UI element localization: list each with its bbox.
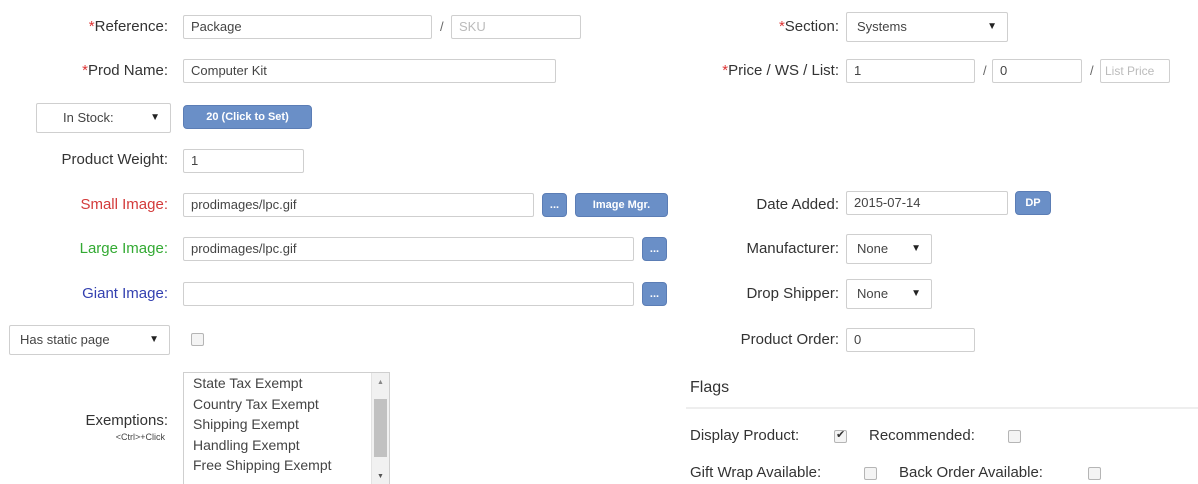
drop-shipper-select[interactable]: None ▼ [846,279,932,309]
recommended-checkbox[interactable] [1008,430,1021,443]
flags-heading: Flags [690,379,730,396]
gift-wrap-checkbox[interactable] [864,467,877,480]
recommended-label: Recommended: [869,427,975,444]
date-picker-button[interactable]: DP [1015,191,1051,215]
chevron-down-icon: ▼ [987,21,997,32]
back-order-checkbox[interactable] [1088,467,1101,480]
chevron-down-icon: ▼ [911,288,921,299]
giant-image-label: Giant Image: [82,285,168,302]
ws-price-input[interactable]: 0 [992,59,1082,83]
list-price-input[interactable]: List Price [1100,59,1170,83]
exemptions-label: Exemptions: [85,412,168,429]
list-item[interactable]: Free Shipping Exempt [184,455,389,476]
list-item[interactable]: Country Tax Exempt [184,394,389,415]
list-item[interactable]: Shipping Exempt [184,414,389,435]
flags-divider [686,407,1198,409]
price-label: *Price / WS / List: [722,62,839,79]
stock-status-select[interactable]: In Stock: ▼ [36,103,171,133]
product-order-label: Product Order: [740,331,839,348]
static-page-select[interactable]: Has static page ▼ [9,325,170,355]
prod-name-input[interactable]: Computer Kit [183,59,556,83]
giant-image-input[interactable] [183,282,634,306]
image-manager-button[interactable]: Image Mgr. [575,193,668,217]
giant-image-browse-button[interactable]: ... [642,282,667,306]
reference-label: *Reference: [88,18,168,35]
set-stock-button[interactable]: 20 (Click to Set) [183,105,312,129]
product-weight-label: Product Weight: [61,151,168,168]
product-weight-input[interactable]: 1 [183,149,304,173]
listbox-scrollbar[interactable]: ▲ ▼ [371,373,389,484]
chevron-down-icon: ▼ [150,112,160,123]
scroll-up-icon[interactable]: ▲ [377,379,384,386]
section-label: *Section: [778,18,839,35]
back-order-label: Back Order Available: [899,464,1043,481]
section-select[interactable]: Systems ▼ [846,12,1008,42]
date-added-input[interactable]: 2015-07-14 [846,191,1008,215]
chevron-down-icon: ▼ [911,243,921,254]
sku-input[interactable]: SKU [451,15,581,39]
exemptions-hint: <Ctrl>+Click [115,432,165,442]
prod-name-label: *Prod Name: [82,62,168,79]
drop-shipper-label: Drop Shipper: [746,285,839,302]
scroll-down-icon[interactable]: ▼ [377,473,384,480]
price-separator-1: / [983,63,987,78]
large-image-browse-button[interactable]: ... [642,237,667,261]
manufacturer-label: Manufacturer: [746,240,839,257]
list-item[interactable]: State Tax Exempt [184,373,389,394]
exemptions-listbox[interactable]: State Tax Exempt Country Tax Exempt Ship… [183,372,390,484]
gift-wrap-label: Gift Wrap Available: [690,464,822,481]
list-item[interactable]: Handling Exempt [184,435,389,456]
small-image-browse-button[interactable]: ... [542,193,567,217]
scrollbar-thumb[interactable] [374,399,387,457]
manufacturer-select[interactable]: None ▼ [846,234,932,264]
display-product-checkbox[interactable] [834,428,847,443]
large-image-input[interactable]: prodimages/lpc.gif [183,237,634,261]
display-product-label: Display Product: [690,427,800,444]
price-separator-2: / [1090,63,1094,78]
chevron-down-icon: ▼ [149,334,159,345]
small-image-input[interactable]: prodimages/lpc.gif [183,193,534,217]
large-image-label: Large Image: [79,240,168,257]
price-input[interactable]: 1 [846,59,975,83]
small-image-label: Small Image: [80,196,168,213]
reference-separator: / [440,19,444,34]
date-added-label: Date Added: [756,196,839,213]
product-order-input[interactable]: 0 [846,328,975,352]
static-page-checkbox[interactable] [191,333,204,346]
reference-input[interactable]: Package [183,15,432,39]
